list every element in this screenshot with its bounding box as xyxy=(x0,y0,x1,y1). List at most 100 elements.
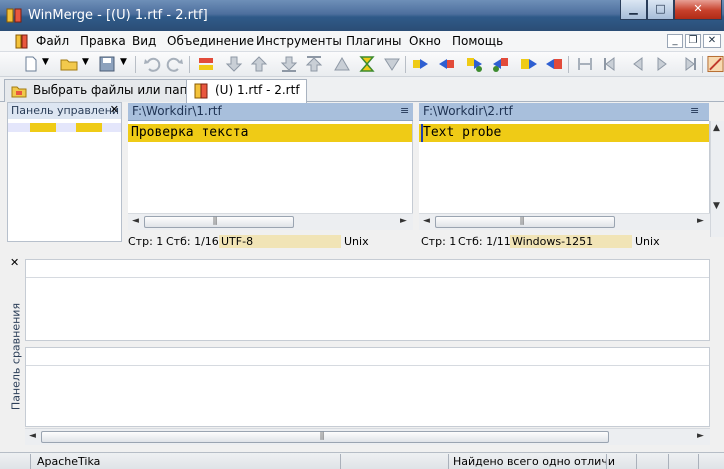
location-pane[interactable]: Панель управлени ✕ xyxy=(7,102,122,242)
scroll-left-icon[interactable]: ◄ xyxy=(29,431,36,441)
left-file-path: F:\Workdir\1.rtf xyxy=(132,104,222,118)
pane-menu-icon[interactable]: ≡ xyxy=(400,104,409,117)
mdi-close-button[interactable]: ✕ xyxy=(703,34,721,48)
menu-edit[interactable]: Правка xyxy=(80,34,126,48)
winmerge-app-icon[interactable] xyxy=(6,8,22,23)
tab-file-compare[interactable]: (U) 1.rtf - 2.rtf xyxy=(186,79,307,103)
grip-icon: ⫼ xyxy=(320,432,325,442)
left-horizontal-scrollbar[interactable]: ◄ ⫼ ► xyxy=(128,213,413,230)
next-difference-icon[interactable] xyxy=(197,55,215,73)
tab-select-files[interactable]: Выбрать файлы или папки xyxy=(4,79,210,102)
left-encoding[interactable]: UTF-8 xyxy=(219,235,341,248)
chevron-down-icon[interactable]: ▼ xyxy=(42,57,49,67)
tab-label: (U) 1.rtf - 2.rtf xyxy=(215,83,300,97)
copy-all-right-icon[interactable] xyxy=(520,55,538,73)
prev-file-icon[interactable] xyxy=(602,55,620,73)
right-horizontal-scrollbar[interactable]: ◄ ⫼ ► xyxy=(419,213,710,230)
scroll-right-icon[interactable]: ► xyxy=(400,216,407,226)
copy-left-icon[interactable] xyxy=(437,55,455,73)
close-icon: ✕ xyxy=(707,35,717,46)
status-diff-count: Найдено всего одно отличи xyxy=(453,455,615,468)
options-icon[interactable] xyxy=(707,55,724,73)
compare-panel-title: Панель сравнения xyxy=(9,302,23,411)
chevron-down-icon[interactable]: ▼ xyxy=(82,57,89,67)
left-file-editor[interactable]: Проверка текста xyxy=(128,121,413,213)
menu-merge[interactable]: Объединение xyxy=(167,34,254,48)
right-encoding[interactable]: Windows-1251 xyxy=(510,235,632,248)
scroll-up-icon[interactable]: ▲ xyxy=(713,123,720,133)
location-pane-title: Панель управлени xyxy=(11,104,120,117)
minimize-window-button[interactable]: ▁ xyxy=(620,0,647,20)
close-icon[interactable]: ✕ xyxy=(110,103,119,116)
scroll-right-icon[interactable]: ► xyxy=(697,216,704,226)
location-pane-header: Панель управлени xyxy=(8,103,121,119)
right-column-number: Стб: 1/11 xyxy=(458,235,511,248)
up-arrow-icon[interactable] xyxy=(250,55,268,73)
mdi-minimize-button[interactable]: _ xyxy=(667,34,683,48)
menu-help[interactable]: Помощь xyxy=(452,34,503,48)
left-eol[interactable]: Unix xyxy=(344,235,369,248)
scroll-thumb[interactable]: ⫼ xyxy=(435,216,615,228)
title-bar: WinMerge - [(U) 1.rtf - 2.rtf] ▁ □ ✕ xyxy=(0,0,724,31)
compare-horizontal-scrollbar[interactable]: ◄ ⫼ ► xyxy=(25,428,710,445)
right-line-text: Text probe xyxy=(423,125,502,140)
scroll-down-icon[interactable]: ▼ xyxy=(713,201,720,211)
merge-mode-icon[interactable] xyxy=(576,55,594,73)
open-folder-icon[interactable] xyxy=(60,55,78,73)
menu-plugins[interactable]: Плагины xyxy=(346,34,401,48)
next-file-icon[interactable] xyxy=(680,55,698,73)
row-divider xyxy=(26,365,709,366)
compare-panel-upper[interactable] xyxy=(25,259,710,341)
document-menu-icon[interactable] xyxy=(14,34,29,49)
hourglass-diff-icon[interactable] xyxy=(358,55,376,73)
save-icon[interactable] xyxy=(98,55,116,73)
status-bar: ApacheTika Найдено всего одно отличи xyxy=(0,452,724,469)
toolbar: ▼ ▼ ▼ xyxy=(0,52,724,77)
undo-icon[interactable] xyxy=(143,55,161,73)
compare-panel-lower[interactable] xyxy=(25,347,710,427)
menu-view[interactable]: Вид xyxy=(132,34,156,48)
vertical-scrollbar[interactable]: ▲ ▼ xyxy=(710,121,724,237)
copy-all-left-icon[interactable] xyxy=(545,55,563,73)
mdi-restore-button[interactable]: ❐ xyxy=(685,34,701,48)
prev-page-icon[interactable] xyxy=(628,55,646,73)
row-divider xyxy=(26,277,709,278)
close-compare-panel-icon[interactable]: ✕ xyxy=(10,256,19,269)
status-divider xyxy=(606,454,607,469)
next-page-icon[interactable] xyxy=(654,55,672,73)
pane-menu-icon[interactable]: ≡ xyxy=(690,104,699,117)
left-file-header: F:\Workdir\1.rtf xyxy=(128,103,413,121)
copy-left-advance-icon[interactable] xyxy=(491,55,509,73)
minimize-icon: ▁ xyxy=(629,2,638,15)
close-window-button[interactable]: ✕ xyxy=(674,0,722,20)
first-diff-icon[interactable] xyxy=(305,55,323,73)
copy-right-advance-icon[interactable] xyxy=(466,55,484,73)
current-diff-icon[interactable] xyxy=(333,55,351,73)
window-title: WinMerge - [(U) 1.rtf - 2.rtf] xyxy=(28,8,208,23)
scroll-left-icon[interactable]: ◄ xyxy=(423,216,430,226)
menu-window[interactable]: Окно xyxy=(409,34,441,48)
location-diff-marker xyxy=(30,123,56,132)
prev-conflict-icon[interactable] xyxy=(383,55,401,73)
right-eol[interactable]: Unix xyxy=(635,235,660,248)
chevron-down-icon[interactable]: ▼ xyxy=(120,57,127,67)
location-diff-marker xyxy=(76,123,102,132)
scroll-thumb[interactable]: ⫼ xyxy=(144,216,294,228)
toolbar-separator xyxy=(702,56,703,73)
scroll-left-icon[interactable]: ◄ xyxy=(132,216,139,226)
last-diff-icon[interactable] xyxy=(280,55,298,73)
down-arrow-icon[interactable] xyxy=(225,55,243,73)
maximize-window-button[interactable]: □ xyxy=(647,0,674,20)
scroll-thumb[interactable]: ⫼ xyxy=(41,431,609,443)
status-divider xyxy=(698,454,699,469)
file-compare-icon xyxy=(194,83,208,99)
status-divider xyxy=(448,454,449,469)
menu-tools[interactable]: Инструменты xyxy=(256,34,342,48)
toolbar-separator xyxy=(189,56,190,73)
copy-right-icon[interactable] xyxy=(412,55,430,73)
new-document-icon[interactable] xyxy=(22,55,40,73)
menu-file[interactable]: Файл xyxy=(36,34,69,48)
scroll-right-icon[interactable]: ► xyxy=(697,431,704,441)
right-file-editor[interactable]: Text probe xyxy=(419,121,710,213)
redo-icon[interactable] xyxy=(166,55,184,73)
